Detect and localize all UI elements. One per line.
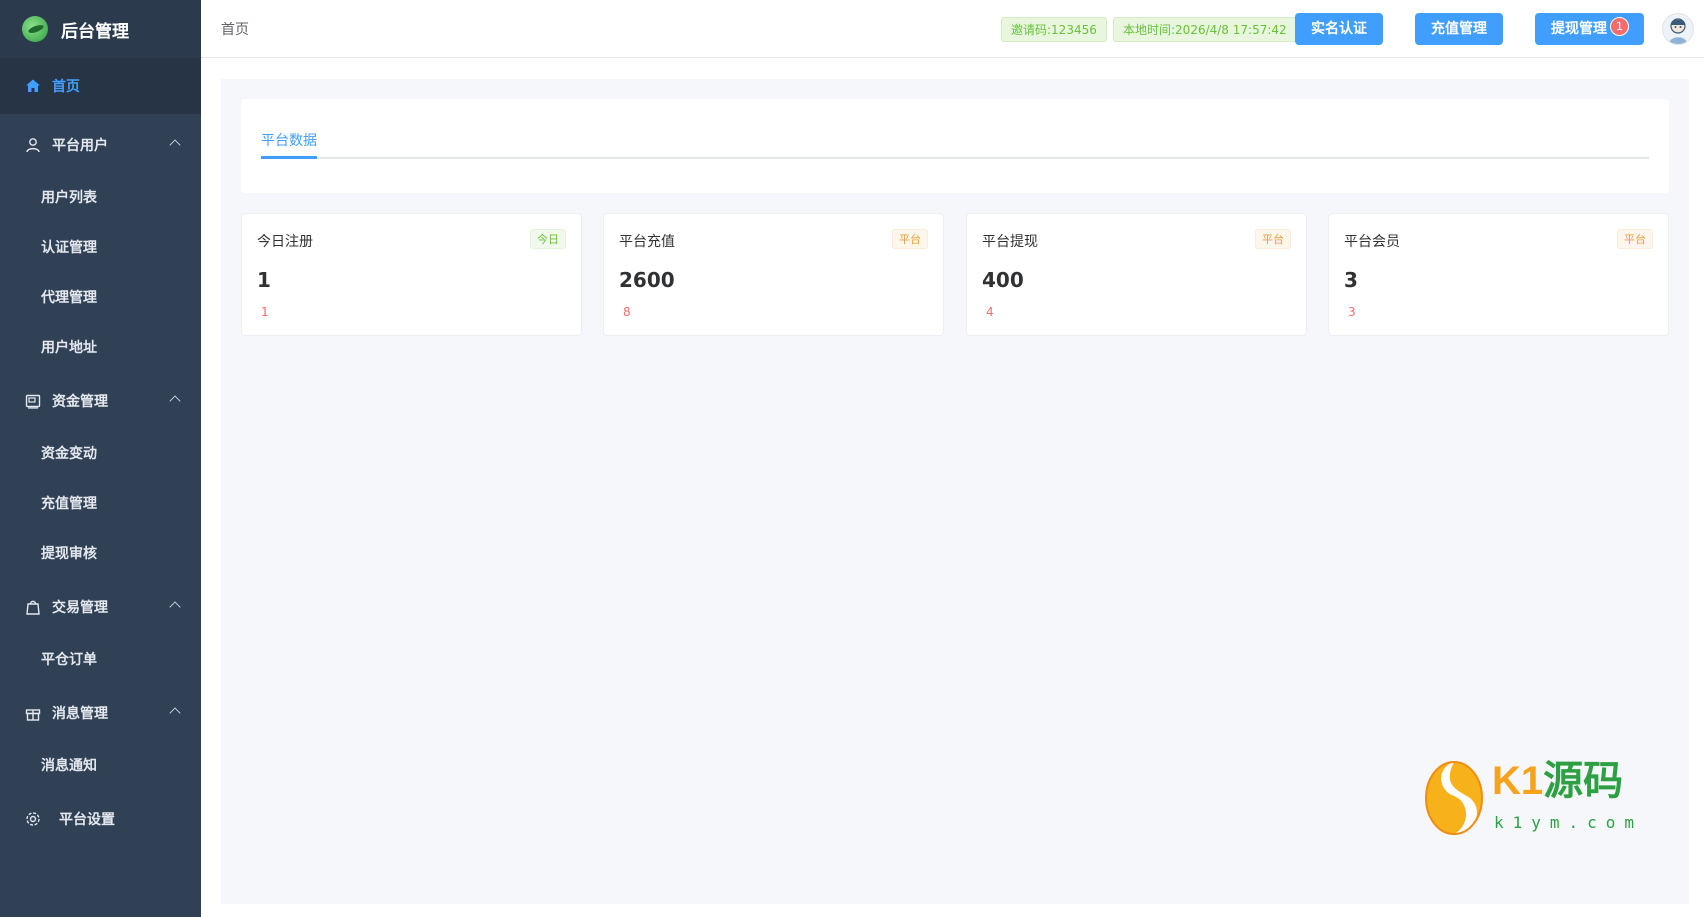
sidebar-item-label: 提现审核 <box>41 546 97 562</box>
home-icon <box>24 77 42 95</box>
sidebar-item-label: 消息通知 <box>41 758 97 774</box>
sidebar-item-label: 认证管理 <box>41 240 97 256</box>
chevron-up-icon <box>169 139 181 151</box>
sidebar-group-label: 交易管理 <box>52 600 108 616</box>
stat-label: 平台提现 <box>982 234 1038 250</box>
stat-sub-value: 4 <box>986 305 994 319</box>
notification-badge: 1 <box>1610 17 1629 36</box>
tab-card: 平台数据 <box>241 99 1669 193</box>
sidebar-item-label: 资金变动 <box>41 446 97 462</box>
stat-sub-value: 3 <box>1348 305 1356 319</box>
chevron-up-icon <box>169 707 181 719</box>
app-title: 后台管理 <box>61 21 129 42</box>
watermark-brand-k1: K1 <box>1492 759 1544 803</box>
stat-tag: 平台 <box>1255 229 1291 249</box>
sidebar-item-label: 代理管理 <box>41 290 97 306</box>
sidebar-item-verification[interactable]: 认证管理 <box>0 222 201 272</box>
stat-tag: 平台 <box>1617 229 1653 249</box>
stat-label: 平台充值 <box>619 234 675 250</box>
watermark-url: k1ym.com <box>1494 813 1644 832</box>
sidebar-item-label: 首页 <box>52 79 80 95</box>
stat-card-platform-recharge: 平台充值 平台 2600 8 <box>603 213 944 336</box>
button-label: 充值管理 <box>1431 21 1487 37</box>
stat-card-platform-withdraw: 平台提现 平台 400 4 <box>966 213 1307 336</box>
sidebar-brand[interactable]: 后台管理 <box>0 0 201 58</box>
sidebar-item-withdraw-review[interactable]: 提现审核 <box>0 528 201 578</box>
sidebar-item-closed-orders[interactable]: 平仓订单 <box>0 634 201 684</box>
wallet-icon <box>24 392 42 410</box>
sidebar-item-notifications[interactable]: 消息通知 <box>0 740 201 790</box>
avatar[interactable] <box>1662 13 1694 45</box>
sidebar-group-label: 平台用户 <box>52 138 108 154</box>
stat-tag: 平台 <box>892 229 928 249</box>
leaf-logo-icon <box>22 16 48 42</box>
k1-logo-icon <box>1424 756 1484 836</box>
watermark-brand-cn: 源码 <box>1543 759 1624 803</box>
chevron-up-icon <box>169 395 181 407</box>
sidebar-item-settings[interactable]: 平台设置 <box>0 791 201 847</box>
sidebar-group-label: 消息管理 <box>52 706 108 722</box>
sidebar-item-label: 用户列表 <box>41 190 97 206</box>
withdraw-button[interactable]: 提现管理 1 <box>1535 13 1644 45</box>
watermark-brand: K1源码 <box>1492 756 1623 806</box>
sidebar-group-funds[interactable]: 资金管理 <box>0 373 201 429</box>
gear-icon <box>24 810 42 828</box>
sidebar-group-users[interactable]: 平台用户 <box>0 117 201 173</box>
sidebar-item-user-address[interactable]: 用户地址 <box>0 322 201 372</box>
gift-icon <box>24 704 42 722</box>
bag-icon <box>24 598 42 616</box>
k1ym-watermark: K1源码 k1ym.com <box>1424 756 1634 836</box>
sidebar-item-user-list[interactable]: 用户列表 <box>0 172 201 222</box>
sidebar-item-label: 平仓订单 <box>41 652 97 668</box>
stat-value: 2600 <box>619 268 675 292</box>
stat-value: 400 <box>982 268 1024 292</box>
sidebar-item-label: 用户地址 <box>41 340 97 356</box>
sidebar-item-home[interactable]: 首页 <box>0 58 201 114</box>
stat-label: 今日注册 <box>257 234 313 250</box>
sidebar: 后台管理 首页 平台用户 用户列表 认证管理 代理管理 用户地址 资金管理 资金… <box>0 0 201 917</box>
sidebar-item-recharge[interactable]: 充值管理 <box>0 478 201 528</box>
sidebar-item-agents[interactable]: 代理管理 <box>0 272 201 322</box>
sidebar-item-label: 充值管理 <box>41 496 97 512</box>
button-label: 提现管理 <box>1551 21 1607 37</box>
stat-value: 1 <box>257 268 271 292</box>
tab-active-indicator <box>261 156 317 159</box>
sidebar-group-messages[interactable]: 消息管理 <box>0 685 201 741</box>
sidebar-group-label: 资金管理 <box>52 394 108 410</box>
recharge-button[interactable]: 充值管理 <box>1415 13 1503 45</box>
stat-tag: 今日 <box>530 229 566 249</box>
tab-platform-data[interactable]: 平台数据 <box>261 130 317 150</box>
top-header: 首页 邀请码:123456 本地时间:2026/4/8 17:57:42 实名认… <box>201 0 1704 58</box>
local-time-tag: 本地时间:2026/4/8 17:57:42 <box>1113 17 1297 42</box>
verify-button[interactable]: 实名认证 <box>1295 13 1383 45</box>
sidebar-item-fund-changes[interactable]: 资金变动 <box>0 428 201 478</box>
sidebar-group-trading[interactable]: 交易管理 <box>0 579 201 635</box>
stat-card-platform-members: 平台会员 平台 3 3 <box>1328 213 1669 336</box>
button-label: 实名认证 <box>1311 21 1367 37</box>
stat-value: 3 <box>1344 268 1358 292</box>
stat-card-today-register: 今日注册 今日 1 1 <box>241 213 582 336</box>
invite-code-tag: 邀请码:123456 <box>1001 17 1107 42</box>
tab-divider <box>261 157 1649 159</box>
chevron-up-icon <box>169 601 181 613</box>
sidebar-item-label: 平台设置 <box>59 812 115 828</box>
stat-sub-value: 8 <box>623 305 631 319</box>
user-icon <box>24 136 42 154</box>
stat-sub-value: 1 <box>261 305 269 319</box>
breadcrumb[interactable]: 首页 <box>221 19 249 39</box>
stat-label: 平台会员 <box>1344 234 1400 250</box>
